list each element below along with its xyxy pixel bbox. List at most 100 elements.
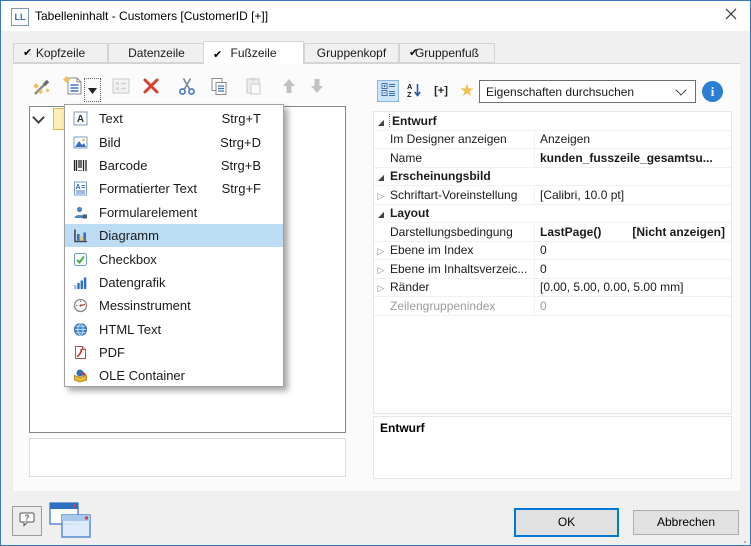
expand-icon[interactable]: ▷ bbox=[378, 191, 385, 201]
close-icon bbox=[725, 7, 737, 25]
property-row[interactable]: Darstellungsbedingung LastPage() [Nicht … bbox=[374, 223, 731, 242]
property-row[interactable]: ▷ Ränder [0.00, 5.00, 0.00, 5.00 mm] bbox=[374, 279, 731, 298]
ole-container-icon bbox=[72, 368, 88, 384]
property-value[interactable]: 0 bbox=[534, 260, 731, 278]
gauge-icon bbox=[72, 298, 88, 314]
arrow-up-icon bbox=[282, 78, 296, 99]
app-icon: LL bbox=[11, 8, 29, 26]
tab-datenzeile[interactable]: Datenzeile bbox=[108, 43, 205, 63]
resize-grip[interactable] bbox=[737, 535, 747, 545]
wizard-wand-icon bbox=[31, 75, 53, 102]
menu-item-html-text[interactable]: HTML Text bbox=[65, 318, 283, 341]
menu-item-messinstrument[interactable]: Messinstrument bbox=[65, 294, 283, 317]
table-contents-dialog: LL Tabelleninhalt - Customers [CustomerI… bbox=[0, 0, 751, 546]
categorized-view-button[interactable] bbox=[377, 80, 399, 102]
menu-item-datengrafik[interactable]: Datengrafik bbox=[65, 271, 283, 294]
category-expanded-icon[interactable]: ◢ bbox=[378, 173, 384, 182]
tab-label: Gruppenfuß bbox=[415, 46, 479, 60]
menu-item-checkbox[interactable]: Checkbox bbox=[65, 247, 283, 270]
menu-item-bild[interactable]: Bild Strg+D bbox=[65, 130, 283, 153]
dropdown-arrow-icon bbox=[88, 81, 97, 99]
formatted-text-icon: A bbox=[72, 181, 88, 197]
menu-item-barcode[interactable]: Barcode Strg+B bbox=[65, 154, 283, 177]
description-title: Entwurf bbox=[380, 421, 731, 435]
property-value[interactable]: [0.00, 5.00, 0.00, 5.00 mm] bbox=[534, 279, 731, 297]
cut-button[interactable] bbox=[174, 75, 200, 101]
expand-icon[interactable]: ▷ bbox=[378, 246, 385, 256]
sort-alphabetical-button[interactable]: A Z bbox=[403, 80, 425, 102]
dialog-windows-icon[interactable] bbox=[48, 501, 94, 541]
menu-item-text[interactable]: A Text Strg+T bbox=[65, 107, 283, 130]
property-value[interactable]: Anzeigen bbox=[534, 131, 731, 149]
tab-gruppenkopf[interactable]: Gruppenkopf bbox=[304, 43, 399, 63]
insert-element-menu: A Text Strg+T Bild Strg+D Barcode Strg+B… bbox=[64, 104, 284, 387]
expand-icon[interactable]: ▷ bbox=[378, 265, 385, 275]
svg-text:A: A bbox=[75, 184, 80, 191]
property-value[interactable]: LastPage() [Nicht anzeigen] bbox=[534, 223, 731, 241]
info-button[interactable]: i bbox=[702, 81, 723, 102]
property-grid: ◢ Entwurf Im Designer anzeigen Anzeigen … bbox=[373, 111, 732, 414]
property-row[interactable]: ▷ Ebene im Index 0 bbox=[374, 242, 731, 261]
svg-text:A: A bbox=[76, 114, 83, 125]
copy-button[interactable] bbox=[206, 75, 232, 101]
move-down-button[interactable] bbox=[304, 75, 330, 101]
svg-text:Z: Z bbox=[407, 90, 412, 98]
move-up-button[interactable] bbox=[276, 75, 302, 101]
text-icon: A bbox=[72, 111, 88, 127]
wizard-button[interactable] bbox=[29, 75, 55, 101]
tab-check-icon: ✔ bbox=[213, 44, 222, 66]
element-properties-button[interactable] bbox=[108, 75, 134, 101]
category-row-layout[interactable]: ◢ Layout bbox=[374, 205, 731, 224]
tab-kopfzeile[interactable]: ✔ Kopfzeile bbox=[13, 43, 108, 63]
new-element-dropdown-button[interactable] bbox=[84, 78, 101, 102]
help-bubble-icon: ? bbox=[18, 511, 36, 532]
html-text-icon bbox=[72, 321, 88, 337]
menu-item-formularelement[interactable]: Formularelement bbox=[65, 201, 283, 224]
paste-button[interactable] bbox=[240, 75, 266, 101]
paste-icon bbox=[243, 76, 263, 101]
pdf-icon bbox=[72, 345, 88, 361]
delete-button[interactable] bbox=[138, 75, 164, 101]
arrow-down-icon bbox=[310, 78, 324, 99]
category-expanded-icon[interactable]: ◢ bbox=[378, 210, 384, 219]
property-value[interactable]: [Calibri, 10.0 pt] bbox=[534, 186, 731, 204]
menu-item-pdf[interactable]: PDF bbox=[65, 341, 283, 364]
tab-check-icon: ✔ bbox=[409, 44, 418, 63]
category-expanded-icon[interactable]: ◢ bbox=[378, 118, 384, 127]
property-value[interactable]: 0 bbox=[534, 242, 731, 260]
menu-item-formatierter-text[interactable]: A Formatierter Text Strg+F bbox=[65, 177, 283, 200]
expand-all-icon: [+] bbox=[434, 85, 448, 97]
property-row: Zeilengruppenindex 0 bbox=[374, 297, 731, 316]
property-row[interactable]: Im Designer anzeigen Anzeigen bbox=[374, 131, 731, 150]
tab-label: Fußzeile bbox=[230, 46, 276, 60]
chart-icon bbox=[72, 228, 88, 244]
ok-button[interactable]: OK bbox=[514, 508, 619, 537]
svg-text:?: ? bbox=[25, 513, 30, 522]
form-element-icon bbox=[72, 204, 88, 220]
delete-x-icon bbox=[142, 77, 160, 100]
new-element-button[interactable] bbox=[60, 75, 86, 101]
favorites-button[interactable]: ★ bbox=[456, 80, 478, 102]
preview-box bbox=[29, 438, 346, 477]
menu-item-diagramm[interactable]: Diagramm bbox=[65, 224, 283, 247]
property-value[interactable]: kunden_fusszeile_gesamtsu... bbox=[534, 149, 731, 167]
help-button[interactable]: ? bbox=[12, 506, 42, 536]
search-dropdown-chevron-icon[interactable] bbox=[675, 84, 686, 95]
tab-fusszeile[interactable]: ✔ Fußzeile bbox=[203, 41, 304, 64]
close-button[interactable] bbox=[713, 1, 749, 31]
property-row[interactable]: Name kunden_fusszeile_gesamtsu... bbox=[374, 149, 731, 168]
cancel-button[interactable]: Abbrechen bbox=[633, 510, 739, 535]
property-row[interactable]: ▷ Ebene im Inhaltsverzeic... 0 bbox=[374, 260, 731, 279]
expand-all-button[interactable]: [+] bbox=[430, 80, 452, 102]
category-row-erscheinungsbild[interactable]: ◢ Erscheinungsbild bbox=[374, 168, 731, 187]
properties-search-input[interactable]: Eigenschaften durchsuchen bbox=[479, 80, 696, 103]
data-graphic-icon bbox=[72, 274, 88, 290]
categorized-icon bbox=[381, 82, 396, 100]
menu-item-ole-container[interactable]: OLE Container bbox=[65, 364, 283, 387]
category-row-entwurf[interactable]: ◢ Entwurf bbox=[374, 112, 731, 131]
tab-label: Datenzeile bbox=[128, 46, 185, 60]
window-title: Tabelleninhalt - Customers [CustomerID [… bbox=[35, 1, 268, 31]
expand-icon[interactable]: ▷ bbox=[378, 283, 385, 293]
tab-gruppenfuss[interactable]: ✔ Gruppenfuß bbox=[399, 43, 495, 63]
property-row[interactable]: ▷ Schriftart-Voreinstellung [Calibri, 10… bbox=[374, 186, 731, 205]
